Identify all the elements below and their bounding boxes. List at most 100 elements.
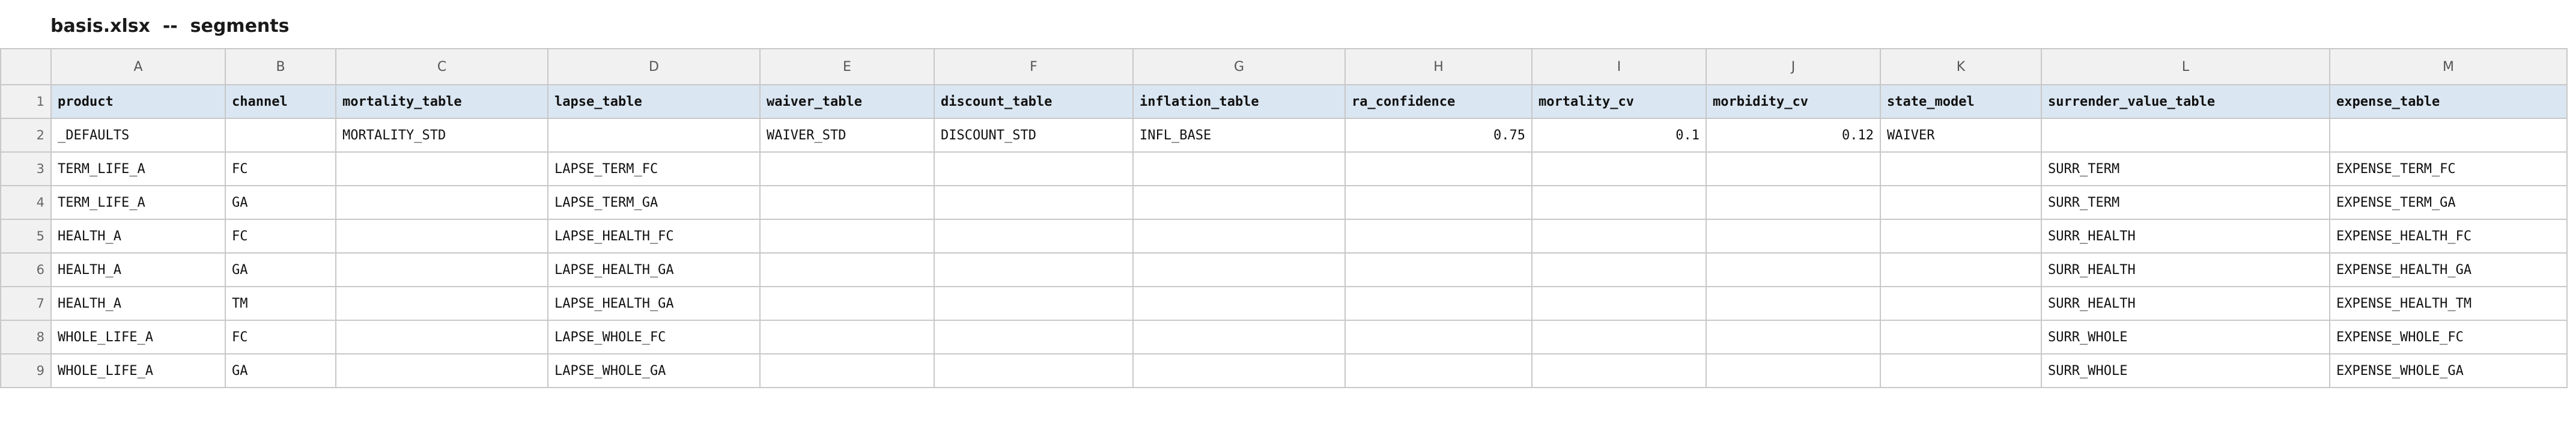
cell-k3[interactable]	[1880, 151, 2042, 186]
row-number[interactable]: 9	[0, 353, 52, 388]
cell-m6[interactable]: EXPENSE_HEALTH_GA	[2329, 252, 2568, 287]
cell-d8[interactable]: LAPSE_WHOLE_FC	[547, 320, 761, 354]
cell-h8[interactable]	[1344, 320, 1533, 354]
cell-k9[interactable]	[1880, 353, 2042, 388]
cell-m9[interactable]: EXPENSE_WHOLE_GA	[2329, 353, 2568, 388]
cell-m4[interactable]: EXPENSE_TERM_GA	[2329, 185, 2568, 220]
cell-i1[interactable]: mortality_cv	[1531, 84, 1707, 119]
cell-b7[interactable]: TM	[225, 286, 336, 321]
cell-a8[interactable]: WHOLE_LIFE_A	[50, 320, 226, 354]
cell-i2[interactable]: 0.1	[1531, 118, 1707, 153]
cell-k1[interactable]: state_model	[1880, 84, 2042, 119]
cell-g5[interactable]	[1132, 219, 1346, 254]
cell-i9[interactable]	[1531, 353, 1707, 388]
column-header-g[interactable]: G	[1132, 48, 1346, 85]
cell-f7[interactable]	[934, 286, 1134, 321]
row-number[interactable]: 5	[0, 219, 52, 254]
cell-k6[interactable]	[1880, 252, 2042, 287]
cell-a5[interactable]: HEALTH_A	[50, 219, 226, 254]
cell-h6[interactable]	[1344, 252, 1533, 287]
cell-m3[interactable]: EXPENSE_TERM_FC	[2329, 151, 2568, 186]
cell-d3[interactable]: LAPSE_TERM_FC	[547, 151, 761, 186]
cell-j7[interactable]	[1706, 286, 1881, 321]
cell-j3[interactable]	[1706, 151, 1881, 186]
cell-d5[interactable]: LAPSE_HEALTH_FC	[547, 219, 761, 254]
cell-l4[interactable]: SURR_TERM	[2041, 185, 2330, 220]
cell-b9[interactable]: GA	[225, 353, 336, 388]
select-all-corner[interactable]	[0, 48, 52, 85]
cell-d7[interactable]: LAPSE_HEALTH_GA	[547, 286, 761, 321]
cell-d2[interactable]	[547, 118, 761, 153]
cell-l3[interactable]: SURR_TERM	[2041, 151, 2330, 186]
cell-b2[interactable]	[225, 118, 336, 153]
cell-m1[interactable]: expense_table	[2329, 84, 2568, 119]
cell-g7[interactable]	[1132, 286, 1346, 321]
cell-c3[interactable]	[335, 151, 548, 186]
cell-h7[interactable]	[1344, 286, 1533, 321]
cell-i6[interactable]	[1531, 252, 1707, 287]
cell-i3[interactable]	[1531, 151, 1707, 186]
cell-l1[interactable]: surrender_value_table	[2041, 84, 2330, 119]
cell-b6[interactable]: GA	[225, 252, 336, 287]
cell-f2[interactable]: DISCOUNT_STD	[934, 118, 1134, 153]
cell-f6[interactable]	[934, 252, 1134, 287]
cell-e6[interactable]	[759, 252, 935, 287]
cell-l7[interactable]: SURR_HEALTH	[2041, 286, 2330, 321]
column-header-e[interactable]: E	[759, 48, 935, 85]
cell-i7[interactable]	[1531, 286, 1707, 321]
cell-l8[interactable]: SURR_WHOLE	[2041, 320, 2330, 354]
cell-c9[interactable]	[335, 353, 548, 388]
cell-a6[interactable]: HEALTH_A	[50, 252, 226, 287]
row-number[interactable]: 8	[0, 320, 52, 354]
cell-l9[interactable]: SURR_WHOLE	[2041, 353, 2330, 388]
cell-c8[interactable]	[335, 320, 548, 354]
cell-k5[interactable]	[1880, 219, 2042, 254]
cell-j6[interactable]	[1706, 252, 1881, 287]
cell-h2[interactable]: 0.75	[1344, 118, 1533, 153]
cell-e9[interactable]	[759, 353, 935, 388]
cell-f4[interactable]	[934, 185, 1134, 220]
column-header-j[interactable]: J	[1706, 48, 1881, 85]
row-number[interactable]: 2	[0, 118, 52, 153]
column-header-a[interactable]: A	[50, 48, 226, 85]
cell-b3[interactable]: FC	[225, 151, 336, 186]
cell-a4[interactable]: TERM_LIFE_A	[50, 185, 226, 220]
cell-a1[interactable]: product	[50, 84, 226, 119]
cell-c2[interactable]: MORTALITY_STD	[335, 118, 548, 153]
cell-e2[interactable]: WAIVER_STD	[759, 118, 935, 153]
cell-f8[interactable]	[934, 320, 1134, 354]
cell-k4[interactable]	[1880, 185, 2042, 220]
cell-j4[interactable]	[1706, 185, 1881, 220]
cell-e3[interactable]	[759, 151, 935, 186]
cell-a9[interactable]: WHOLE_LIFE_A	[50, 353, 226, 388]
cell-h4[interactable]	[1344, 185, 1533, 220]
cell-c4[interactable]	[335, 185, 548, 220]
cell-i4[interactable]	[1531, 185, 1707, 220]
column-header-k[interactable]: K	[1880, 48, 2042, 85]
cell-f9[interactable]	[934, 353, 1134, 388]
cell-e1[interactable]: waiver_table	[759, 84, 935, 119]
cell-g6[interactable]	[1132, 252, 1346, 287]
cell-j8[interactable]	[1706, 320, 1881, 354]
cell-e7[interactable]	[759, 286, 935, 321]
column-header-d[interactable]: D	[547, 48, 761, 85]
cell-k2[interactable]: WAIVER	[1880, 118, 2042, 153]
cell-f5[interactable]	[934, 219, 1134, 254]
cell-c6[interactable]	[335, 252, 548, 287]
cell-j2[interactable]: 0.12	[1706, 118, 1881, 153]
cell-d9[interactable]: LAPSE_WHOLE_GA	[547, 353, 761, 388]
cell-i5[interactable]	[1531, 219, 1707, 254]
cell-b1[interactable]: channel	[225, 84, 336, 119]
cell-g8[interactable]	[1132, 320, 1346, 354]
cell-k7[interactable]	[1880, 286, 2042, 321]
cell-c7[interactable]	[335, 286, 548, 321]
cell-b4[interactable]: GA	[225, 185, 336, 220]
cell-g1[interactable]: inflation_table	[1132, 84, 1346, 119]
cell-d4[interactable]: LAPSE_TERM_GA	[547, 185, 761, 220]
cell-e8[interactable]	[759, 320, 935, 354]
column-header-l[interactable]: L	[2041, 48, 2330, 85]
cell-i8[interactable]	[1531, 320, 1707, 354]
cell-k8[interactable]	[1880, 320, 2042, 354]
cell-b5[interactable]: FC	[225, 219, 336, 254]
cell-g2[interactable]: INFL_BASE	[1132, 118, 1346, 153]
